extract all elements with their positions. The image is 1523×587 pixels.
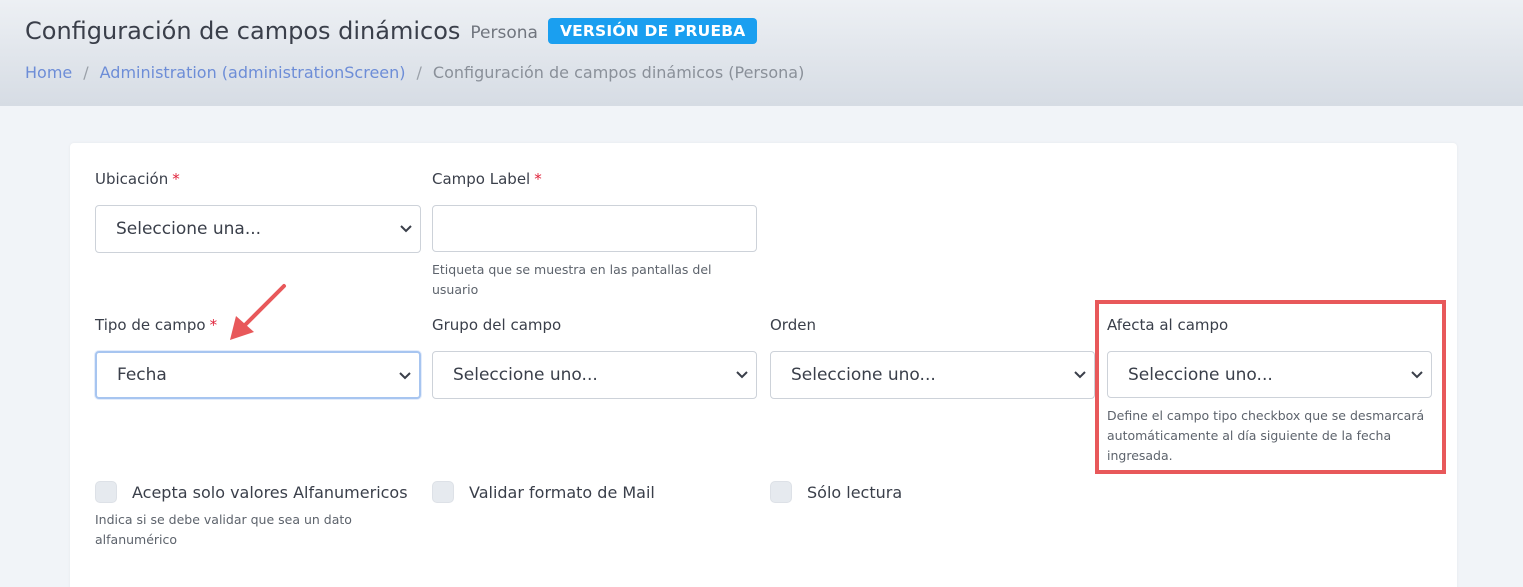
breadcrumb-administration-link[interactable]: Administration (administrationScreen) <box>100 63 406 82</box>
annotation-arrow-icon <box>230 284 286 340</box>
required-marker: * <box>534 170 542 188</box>
breadcrumb: Home / Administration (administrationScr… <box>25 63 804 82</box>
required-marker: * <box>172 170 180 188</box>
page-subtitle: Persona <box>470 23 538 43</box>
validar-mail-checkbox[interactable] <box>432 481 454 503</box>
campo-label-help: Etiqueta que se muestra en las pantallas… <box>432 262 712 297</box>
chevron-down-icon <box>399 372 411 380</box>
grupo-campo-field: Grupo del campo Seleccione uno... <box>432 316 757 399</box>
ubicacion-select[interactable]: Seleccione una... <box>95 205 421 253</box>
validar-mail-checkbox-label: Validar formato de Mail <box>469 482 655 502</box>
orden-select-value: Seleccione uno... <box>791 365 936 385</box>
tipo-campo-select[interactable]: Fecha <box>95 351 421 399</box>
page-header: Configuración de campos dinámicos Person… <box>0 0 1523 106</box>
ubicacion-field: Ubicación * Seleccione una... <box>95 170 421 253</box>
breadcrumb-separator: / <box>416 63 422 82</box>
alfanumerico-checkbox[interactable] <box>95 481 117 503</box>
solo-lectura-checkbox-label: Sólo lectura <box>807 482 903 502</box>
annotation-highlight-box <box>1095 300 1446 474</box>
tipo-campo-select-value: Fecha <box>117 365 167 385</box>
trial-version-badge: VERSIÓN DE PRUEBA <box>547 18 758 44</box>
campo-label-input[interactable] <box>432 205 757 252</box>
alfanumerico-checkbox-label: Acepta solo valores Alfanumericos <box>132 482 408 502</box>
orden-label: Orden <box>770 316 816 334</box>
grupo-campo-select[interactable]: Seleccione uno... <box>432 351 757 399</box>
validar-mail-checkbox-row[interactable]: Validar formato de Mail <box>432 481 655 503</box>
chevron-down-icon <box>1074 371 1086 379</box>
required-marker: * <box>209 316 218 334</box>
orden-select[interactable]: Seleccione uno... <box>770 351 1095 399</box>
ubicacion-select-value: Seleccione una... <box>116 219 262 239</box>
campo-label-label: Campo Label * <box>432 170 542 188</box>
orden-field: Orden Seleccione uno... <box>770 316 1095 399</box>
breadcrumb-current: Configuración de campos dinámicos (Perso… <box>432 63 805 82</box>
ubicacion-label: Ubicación * <box>95 170 180 188</box>
title-row: Configuración de campos dinámicos Person… <box>25 17 758 45</box>
breadcrumb-separator: / <box>83 63 89 82</box>
chevron-down-icon <box>736 371 748 379</box>
grupo-campo-label: Grupo del campo <box>432 316 562 334</box>
page-title: Configuración de campos dinámicos <box>25 17 461 45</box>
campo-label-field: Campo Label * Etiqueta que se muestra en … <box>432 170 757 300</box>
alfanumerico-checkbox-row[interactable]: Acepta solo valores Alfanumericos <box>95 481 408 503</box>
alfanumerico-help: Indica si se debe validar que sea un dat… <box>95 512 352 547</box>
breadcrumb-home-link[interactable]: Home <box>25 63 72 82</box>
solo-lectura-checkbox-row[interactable]: Sólo lectura <box>770 481 902 503</box>
solo-lectura-checkbox[interactable] <box>770 481 792 503</box>
chevron-down-icon <box>400 225 412 233</box>
grupo-campo-select-value: Seleccione uno... <box>453 365 598 385</box>
